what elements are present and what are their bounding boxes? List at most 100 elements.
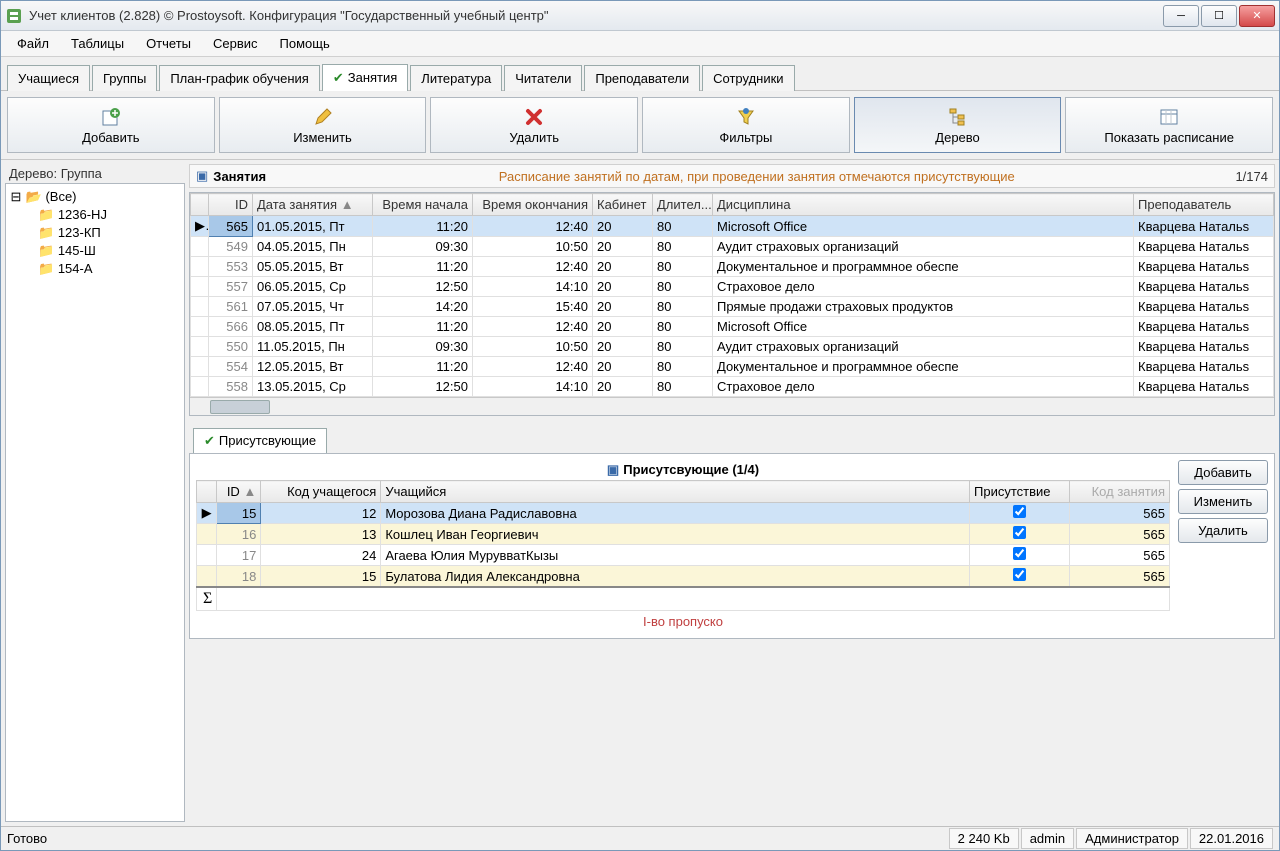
col-teacher[interactable]: Преподаватель — [1134, 194, 1274, 216]
delete-button[interactable]: Удалить — [430, 97, 638, 153]
close-button[interactable]: ✕ — [1239, 5, 1275, 27]
tab-literature[interactable]: Литература — [410, 65, 502, 91]
row-indicator — [191, 237, 209, 257]
menu-service[interactable]: Сервис — [203, 33, 268, 54]
lessons-grid[interactable]: ID Дата занятия ▲ Время начала Время око… — [189, 192, 1275, 416]
sub-col-student[interactable]: Учащийся — [381, 481, 970, 503]
cell-teacher: Кварцева Натальѕ — [1134, 257, 1274, 277]
col-indicator[interactable] — [191, 194, 209, 216]
attendees-grid[interactable]: ID ▲ Код учащегося Учащийся Присутствие … — [196, 480, 1170, 611]
presence-checkbox[interactable] — [1013, 547, 1026, 560]
presence-checkbox[interactable] — [1013, 568, 1026, 581]
row-indicator — [197, 545, 217, 566]
cell-id: 16 — [217, 524, 261, 545]
tree-item[interactable]: 📁 145-Ш — [10, 242, 180, 260]
tab-lessons[interactable]: ✔Занятия — [322, 64, 408, 91]
titlebar[interactable]: Учет клиентов (2.828) © Prostoysoft. Кон… — [1, 1, 1279, 31]
table-row[interactable]: 550 11.05.2015, Пн 09:30 10:50 20 80 Ауд… — [191, 337, 1274, 357]
table-row[interactable]: ▶ 15 12 Морозова Диана Радиславовна 565 — [197, 503, 1170, 524]
menu-reports[interactable]: Отчеты — [136, 33, 201, 54]
filters-label: Фильтры — [719, 130, 772, 145]
tab-readers[interactable]: Читатели — [504, 65, 582, 91]
cell-presence[interactable] — [970, 545, 1070, 566]
cell-room: 20 — [593, 297, 653, 317]
table-row[interactable]: 18 15 Булатова Лидия Александровна 565 — [197, 566, 1170, 588]
table-row[interactable]: 549 04.05.2015, Пн 09:30 10:50 20 80 Ауд… — [191, 237, 1274, 257]
sub-grid-header[interactable]: ID ▲ Код учащегося Учащийся Присутствие … — [197, 481, 1170, 503]
cell-start: 09:30 — [373, 337, 473, 357]
table-row[interactable]: 17 24 Агаева Юлия МурувватКызы 565 — [197, 545, 1170, 566]
tree-item[interactable]: 📁 154-А — [10, 260, 180, 278]
tab-plan[interactable]: План-график обучения — [159, 65, 320, 91]
col-date[interactable]: Дата занятия ▲ — [253, 194, 373, 216]
col-start[interactable]: Время начала — [373, 194, 473, 216]
cell-duration: 80 — [653, 237, 713, 257]
table-row[interactable]: 566 08.05.2015, Пт 11:20 12:40 20 80 Mic… — [191, 317, 1274, 337]
cell-teacher: Кварцева Натальѕ — [1134, 377, 1274, 397]
tree-item[interactable]: 📁 123-КП — [10, 224, 180, 242]
horizontal-scrollbar[interactable] — [190, 397, 1274, 415]
subtab-attendees[interactable]: ✔Присутсвующие — [193, 428, 327, 453]
cell-teacher: Кварцева Натальѕ — [1134, 216, 1274, 237]
maximize-button[interactable]: ☐ — [1201, 5, 1237, 27]
table-row[interactable]: 557 06.05.2015, Ср 12:50 14:10 20 80 Стр… — [191, 277, 1274, 297]
tree-view[interactable]: ⊟ 📂 (Все) 📁 1236-HJ 📁 123-КП 📁 145-Ш 📁 1… — [5, 183, 185, 822]
cell-start: 11:20 — [373, 317, 473, 337]
cell-presence[interactable] — [970, 503, 1070, 524]
collapse-icon[interactable]: ⊟ — [10, 189, 22, 205]
cell-end: 12:40 — [473, 257, 593, 277]
col-id[interactable]: ID — [209, 194, 253, 216]
sub-delete-button[interactable]: Удалить — [1178, 518, 1268, 543]
right-panel: ▣ Занятия Расписание занятий по датам, п… — [189, 164, 1275, 822]
tree-item[interactable]: 📁 1236-HJ — [10, 206, 180, 224]
tab-students[interactable]: Учащиеся — [7, 65, 90, 91]
filters-button[interactable]: Фильтры — [642, 97, 850, 153]
cell-end: 10:50 — [473, 337, 593, 357]
presence-checkbox[interactable] — [1013, 505, 1026, 518]
sub-col-presence[interactable]: Присутствие — [970, 481, 1070, 503]
table-row[interactable]: 558 13.05.2015, Ср 12:50 14:10 20 80 Стр… — [191, 377, 1274, 397]
schedule-button[interactable]: Показать расписание — [1065, 97, 1273, 153]
tree-root[interactable]: ⊟ 📂 (Все) — [10, 188, 180, 206]
table-row[interactable]: ▶ 565 01.05.2015, Пт 11:20 12:40 20 80 M… — [191, 216, 1274, 237]
status-date: 22.01.2016 — [1190, 828, 1273, 849]
grid-header-row[interactable]: ID Дата занятия ▲ Время начала Время око… — [191, 194, 1274, 216]
menu-tables[interactable]: Таблицы — [61, 33, 134, 54]
sub-edit-button[interactable]: Изменить — [1178, 489, 1268, 514]
sub-col-lesson[interactable]: Код занятия — [1070, 481, 1170, 503]
table-row[interactable]: 16 13 Кошлец Иван Георгиевич 565 — [197, 524, 1170, 545]
col-room[interactable]: Кабинет — [593, 194, 653, 216]
sub-col-code[interactable]: Код учащегося — [261, 481, 381, 503]
tree-button[interactable]: Дерево — [854, 97, 1062, 153]
tab-teachers[interactable]: Преподаватели — [584, 65, 700, 91]
tab-groups[interactable]: Группы — [92, 65, 157, 91]
menu-help[interactable]: Помощь — [270, 33, 340, 54]
minimize-button[interactable]: ─ — [1163, 5, 1199, 27]
table-row[interactable]: 561 07.05.2015, Чт 14:20 15:40 20 80 Пря… — [191, 297, 1274, 317]
cell-discipline: Microsoft Office — [713, 216, 1134, 237]
edit-icon — [313, 106, 333, 128]
section-desc: Расписание занятий по датам, при проведе… — [278, 169, 1235, 184]
tab-staff[interactable]: Сотрудники — [702, 65, 794, 91]
col-discipline[interactable]: Дисциплина — [713, 194, 1134, 216]
sub-add-button[interactable]: Добавить — [1178, 460, 1268, 485]
sub-col-id[interactable]: ID ▲ — [217, 481, 261, 503]
col-duration[interactable]: Длител... — [653, 194, 713, 216]
presence-checkbox[interactable] — [1013, 526, 1026, 539]
filter-icon — [736, 106, 756, 128]
row-indicator: ▶ — [191, 216, 209, 237]
add-button[interactable]: Добавить — [7, 97, 215, 153]
scrollbar-thumb[interactable] — [210, 400, 270, 414]
cell-duration: 80 — [653, 277, 713, 297]
tree-title: Дерево: Группа — [5, 164, 185, 183]
edit-button[interactable]: Изменить — [219, 97, 427, 153]
table-row[interactable]: 554 12.05.2015, Вт 11:20 12:40 20 80 Док… — [191, 357, 1274, 377]
cell-duration: 80 — [653, 257, 713, 277]
cell-presence[interactable] — [970, 566, 1070, 588]
col-end[interactable]: Время окончания — [473, 194, 593, 216]
cell-presence[interactable] — [970, 524, 1070, 545]
cell-date: 12.05.2015, Вт — [253, 357, 373, 377]
menu-file[interactable]: Файл — [7, 33, 59, 54]
table-row[interactable]: 553 05.05.2015, Вт 11:20 12:40 20 80 Док… — [191, 257, 1274, 277]
cell-id: 557 — [209, 277, 253, 297]
